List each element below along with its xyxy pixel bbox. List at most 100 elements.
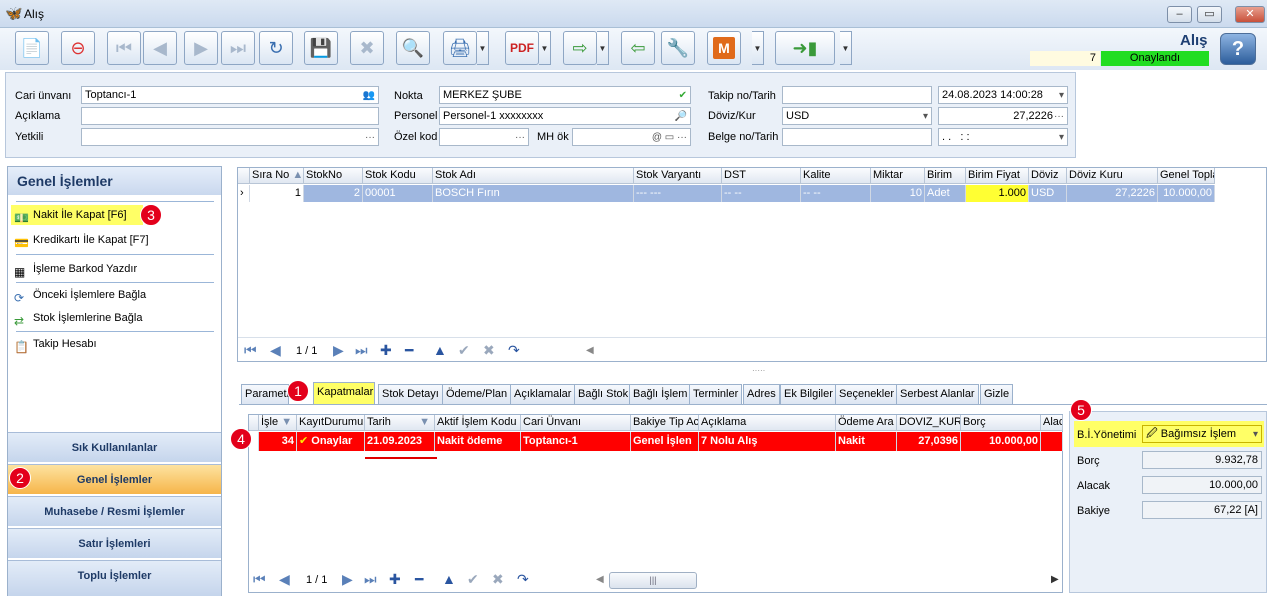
export-dropdown[interactable]: ▼ <box>597 31 609 65</box>
add-record-icon[interactable]: ✚ <box>380 342 392 359</box>
col-bakiye-tip[interactable]: Bakiye Tip Ac <box>631 415 699 431</box>
table-row[interactable]: 34 ✔ Onaylar 21.09.2023 Nakit ödeme Topt… <box>249 432 1063 451</box>
col-stok-varyanti[interactable]: Stok Varyantı <box>634 168 722 184</box>
col-genel-toplam[interactable]: Genel Toplam <box>1158 168 1215 184</box>
remove-record-icon[interactable]: ━ <box>415 571 423 588</box>
tab-bagli-stok[interactable]: Bağlı Stok <box>574 384 633 404</box>
tab-gizle[interactable]: Gizle <box>980 384 1014 404</box>
tab-bagli-islem[interactable]: Bağlı İşlem <box>629 384 692 404</box>
move-up-icon[interactable]: ▲ <box>442 571 456 587</box>
prev-record-icon[interactable]: ◀ <box>279 571 290 588</box>
stok-islemlerine-bagla-item[interactable]: ⇄ Stok İşlemlerine Bağla <box>11 308 216 328</box>
restore-button[interactable]: ▭ <box>1197 6 1222 23</box>
nav-genel-islemler[interactable]: Genel İşlemler <box>8 464 221 494</box>
yetkili-field[interactable]: ··· <box>81 128 379 146</box>
pdf-dropdown[interactable]: ▼ <box>539 31 551 65</box>
save-button[interactable]: 💾 <box>304 31 338 65</box>
tab-secenekler[interactable]: Seçenekler <box>835 384 899 404</box>
col-borc[interactable]: Borç <box>961 415 1041 431</box>
close-button[interactable]: ✕ <box>1235 6 1265 23</box>
scroll-right-icon[interactable]: ▶ <box>1051 574 1059 585</box>
ozelkod-field[interactable]: ··· <box>439 128 529 146</box>
print-button[interactable]: 🖨 <box>443 31 477 65</box>
exit-dropdown[interactable]: ▼ <box>840 31 852 65</box>
col-kalite[interactable]: Kalite <box>801 168 871 184</box>
nav-muhasebe[interactable]: Muhasebe / Resmi İşlemler <box>8 496 221 526</box>
doviz-select[interactable]: USD ▾ <box>782 107 932 125</box>
new-doc-button[interactable]: 📄 <box>15 31 49 65</box>
tab-aciklamalar[interactable]: Açıklamalar <box>510 384 576 404</box>
barkod-yazdir-item[interactable]: ▦ İşleme Barkod Yazdır <box>11 259 216 279</box>
next-record-icon[interactable]: ▶ <box>333 342 344 359</box>
preview-button[interactable]: 🔍 <box>396 31 430 65</box>
table-row[interactable]: › 1 2 00001 BOSCH Fırın --- --- -- -- --… <box>238 185 1215 202</box>
col-doviz[interactable]: Döviz <box>1029 168 1067 184</box>
exit-button[interactable]: ➜▮ <box>775 31 835 65</box>
prev-button[interactable]: ◀ <box>143 31 177 65</box>
col-miktar[interactable]: Miktar <box>871 168 925 184</box>
next-record-icon[interactable]: ▶ <box>342 571 353 588</box>
first-record-icon[interactable]: ⏮ <box>244 342 257 359</box>
prev-record-icon[interactable]: ◀ <box>270 342 281 359</box>
next-button[interactable]: ▶ <box>184 31 218 65</box>
help-button[interactable]: ? <box>1220 33 1256 65</box>
last-button[interactable]: ⏭ <box>221 31 255 65</box>
belge-field[interactable] <box>782 128 932 146</box>
move-up-icon[interactable]: ▲ <box>433 342 447 358</box>
splitter-handle[interactable]: ····· <box>752 366 772 375</box>
col-isle[interactable]: İşle ▼ <box>259 415 297 431</box>
cari-field[interactable]: Toptancı-1 👥 <box>81 86 379 104</box>
tools-button[interactable]: 🔧 <box>661 31 695 65</box>
col-alacak[interactable]: Alac <box>1041 415 1063 431</box>
kur-field[interactable]: 27,2226 ··· <box>938 107 1068 125</box>
print-dropdown[interactable]: ▼ <box>477 31 489 65</box>
confirm-icon[interactable]: ✔ <box>458 342 470 359</box>
yonetim-select[interactable]: 🖉 Bağımsız İşlem ▾ <box>1142 425 1262 443</box>
refresh-icon[interactable]: ↷ <box>517 571 529 588</box>
col-dst[interactable]: DST <box>722 168 801 184</box>
tab-odeme-plan[interactable]: Ödeme/Plan <box>442 384 512 404</box>
col-sira-no[interactable]: Sıra No ▲ <box>250 168 304 184</box>
personel-field[interactable]: Personel-1 xxxxxxxx 🔎 <box>439 107 691 125</box>
tab-stok-detayi[interactable]: Stok Detayı <box>378 384 443 404</box>
horizontal-scrollbar-thumb[interactable]: ||| <box>609 572 697 589</box>
nokta-field[interactable]: MERKEZ ŞUBE ✔ <box>439 86 691 104</box>
minimize-button[interactable]: – <box>1167 6 1192 23</box>
remove-record-icon[interactable]: ━ <box>405 342 413 359</box>
confirm-icon[interactable]: ✔ <box>467 571 479 588</box>
pdf-button[interactable]: PDF <box>505 31 539 65</box>
export-button[interactable]: ⇨ <box>563 31 597 65</box>
delete-doc-button[interactable]: ⊖ <box>61 31 95 65</box>
mhok-field[interactable]: @ ▭ ··· <box>572 128 691 146</box>
col-stokno[interactable]: StokNo <box>304 168 363 184</box>
nav-sik-kullanilanlar[interactable]: Sık Kullanılanlar <box>8 432 221 462</box>
cancel-save-button[interactable]: ✖ <box>350 31 384 65</box>
add-record-icon[interactable]: ✚ <box>389 571 401 588</box>
nav-toplu-islemler[interactable]: Toplu İşlemler <box>8 560 221 596</box>
belge-date-field[interactable]: . . : : ▾ <box>938 128 1068 146</box>
col-aktif-islem-kodu[interactable]: Aktif İşlem Kodu <box>435 415 521 431</box>
m-button[interactable]: M <box>707 31 741 65</box>
kredikarti-ile-kapat-item[interactable]: 💳 Kredikartı İle Kapat [F7] <box>11 230 216 250</box>
cancel-icon[interactable]: ✖ <box>483 342 495 359</box>
col-doviz-kuru[interactable]: Döviz Kuru <box>1067 168 1158 184</box>
col-kayit-durumu[interactable]: KayıtDurumu <box>297 415 365 431</box>
tab-adres[interactable]: Adres <box>743 384 780 404</box>
scroll-left-icon[interactable]: ◀ <box>586 345 594 356</box>
takip-field[interactable] <box>782 86 932 104</box>
refresh-button[interactable]: ↻ <box>259 31 293 65</box>
nakit-ile-kapat-item[interactable]: 💵 Nakit İle Kapat [F6] <box>11 205 143 225</box>
import-button[interactable]: ⇦ <box>621 31 655 65</box>
col-birim-fiyat[interactable]: Birim Fiyat <box>966 168 1029 184</box>
last-record-icon[interactable]: ⏭ <box>364 571 377 588</box>
tab-parametre[interactable]: Parametre <box>241 384 296 404</box>
col-doviz-kuru[interactable]: DOVIZ_KURU <box>897 415 961 431</box>
col-stok-adi[interactable]: Stok Adı <box>433 168 634 184</box>
takip-date-field[interactable]: 24.08.2023 14:00:28 ▾ <box>938 86 1068 104</box>
last-record-icon[interactable]: ⏭ <box>355 342 368 359</box>
tab-ek-bilgiler[interactable]: Ek Bilgiler <box>780 384 837 404</box>
col-birim[interactable]: Birim <box>925 168 966 184</box>
onceki-islemlere-bagla-item[interactable]: ⟳ Önceki İşlemlere Bağla <box>11 285 216 305</box>
col-odeme-ara[interactable]: Ödeme Ara <box>836 415 897 431</box>
tab-terminler[interactable]: Terminler <box>689 384 743 404</box>
